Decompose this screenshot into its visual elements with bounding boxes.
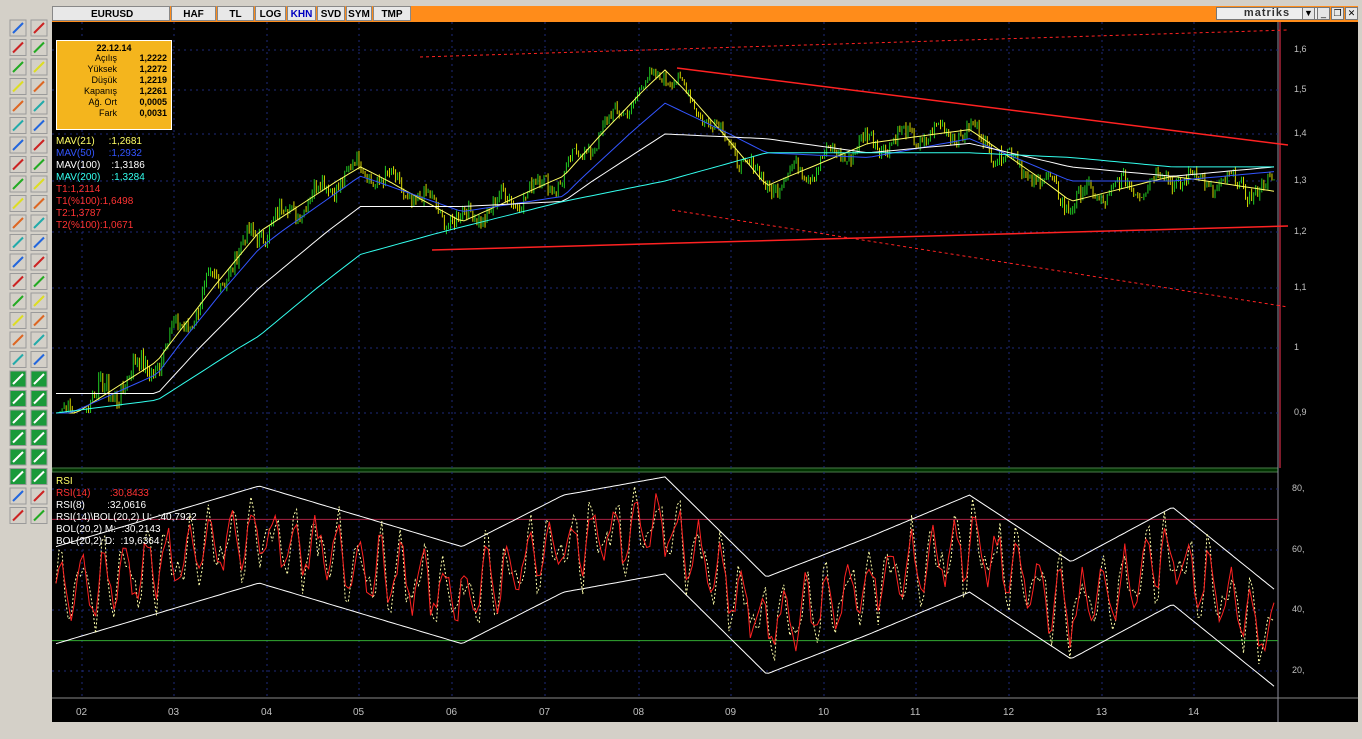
legend-item: T2:1,3787: [56, 208, 102, 219]
price-tick-label: 1,1: [1294, 282, 1307, 292]
tab-haf[interactable]: HAF: [171, 6, 216, 21]
mav-line-3: [55, 152, 1274, 414]
price-tick-label: 1,2: [1294, 226, 1307, 236]
mav-line-0: [56, 69, 1275, 414]
month-label: 13: [1096, 707, 1108, 718]
price-chart-svg[interactable]: [51, 22, 1358, 722]
month-label: 02: [76, 707, 88, 718]
trend-line-dashed: [671, 209, 1289, 308]
rsi-legend-item: BOL(20,2) D: :19,6364: [56, 536, 160, 547]
info-label: Yüksek: [87, 64, 117, 74]
month-label: 04: [261, 707, 273, 718]
rsi14-line: [55, 493, 1275, 653]
panel-divider: [51, 467, 1279, 473]
rsi8-line: [55, 486, 1275, 665]
month-label: 11: [910, 707, 921, 718]
info-value: 1,2261: [139, 86, 167, 96]
tab-khn[interactable]: KHN: [287, 6, 316, 21]
info-label: Düşük: [91, 75, 117, 85]
month-label: 07: [539, 707, 551, 718]
legend-item: MAV(200) :1,3284: [56, 172, 145, 183]
rsi-legend-item: BOL(20,2) M: :30,2143: [56, 524, 161, 535]
tab-tmp[interactable]: TMP: [373, 6, 411, 21]
info-value: 1,2272: [139, 64, 167, 74]
rsi-tick-label: 40,: [1292, 604, 1305, 614]
price-tick-label: 0,9: [1294, 407, 1307, 417]
month-label: 10: [818, 707, 830, 718]
info-value: 1,2222: [139, 53, 167, 63]
rsi-legend-item: RSI(14) :30,8433: [56, 488, 149, 499]
close-icon[interactable]: ✕: [1345, 7, 1358, 20]
info-row: Açılış 1,2222: [57, 53, 171, 64]
rsi-tick-label: 20,: [1292, 665, 1305, 675]
info-label: Açılış: [94, 53, 117, 63]
bollinger-upper: [55, 476, 1275, 590]
month-label: 09: [725, 707, 737, 718]
legend-item: MAV(50) :1,2932: [56, 148, 142, 159]
month-label: 05: [353, 707, 365, 718]
tab-log[interactable]: LOG: [255, 6, 286, 21]
info-row: Kapanış 1,2261: [57, 86, 171, 97]
month-label: 12: [1003, 707, 1015, 718]
legend-item: MAV(100) :1,3186: [56, 160, 145, 171]
trend-line-upper: [676, 67, 1289, 146]
drawing-tools-icons[interactable]: [6, 14, 52, 734]
month-label: 14: [1188, 707, 1200, 718]
info-row: Düşük 1,2219: [57, 75, 171, 86]
price-tick-label: 1,6: [1294, 44, 1307, 54]
rsi-tick-label: 80,: [1292, 483, 1305, 493]
bollinger-lower: [55, 573, 1275, 687]
info-label: Ağ. Ort: [88, 97, 117, 107]
dropdown-icon[interactable]: ▼: [1302, 7, 1315, 20]
info-label: Kapanış: [83, 86, 117, 96]
rsi-legend-item: RSI: [56, 476, 73, 487]
symbol-tab[interactable]: EURUSD: [52, 6, 170, 21]
info-row: Ağ. Ort 0,0005: [57, 97, 171, 108]
legend-item: MAV(21) :1,2681: [56, 136, 142, 147]
tab-svd[interactable]: SVD: [317, 6, 345, 21]
restore-icon[interactable]: ❐: [1331, 7, 1344, 20]
price-tick-label: 1: [1294, 342, 1300, 352]
trend-line-lower: [431, 225, 1289, 251]
rsi-legend-item: RSI(8) :32,0616: [56, 500, 147, 511]
tab-sym[interactable]: SYM: [346, 6, 372, 21]
legend-item: T1:1,2114: [56, 184, 101, 195]
price-tick-label: 1,3: [1294, 175, 1307, 185]
info-row: Fark 0,0031: [57, 108, 171, 119]
info-value: 1,2219: [139, 75, 167, 85]
trend-line-dashed: [419, 29, 1289, 58]
month-label: 08: [633, 707, 645, 718]
drawing-toolbar: [6, 14, 52, 734]
info-value: 0,0005: [139, 97, 167, 107]
info-label: Fark: [99, 108, 117, 118]
info-value: 0,0031: [139, 108, 167, 118]
minimize-icon[interactable]: _: [1317, 7, 1330, 20]
legend-item: T2(%100):1,0671: [56, 220, 134, 231]
info-date: 22.12.14: [96, 43, 132, 53]
ohlc-info-box: 22.12.14 Açılış 1,2222 Yüksek 1,2272 Düşük 1,…: [56, 40, 172, 130]
month-label: 06: [446, 707, 458, 718]
legend-item: T1(%100):1,6498: [56, 196, 134, 207]
rsi-legend-item: RSI(14)\BOL(20,2) U: :40,7922: [56, 512, 197, 523]
chart-area[interactable]: [51, 22, 1358, 722]
month-label: 03: [168, 707, 180, 718]
rsi-tick-label: 60,: [1292, 544, 1305, 554]
info-row: Yüksek 1,2272: [57, 64, 171, 75]
tab-tl[interactable]: TL: [217, 6, 254, 21]
price-tick-label: 1,4: [1294, 128, 1307, 138]
price-tick-label: 1,5: [1294, 84, 1307, 94]
